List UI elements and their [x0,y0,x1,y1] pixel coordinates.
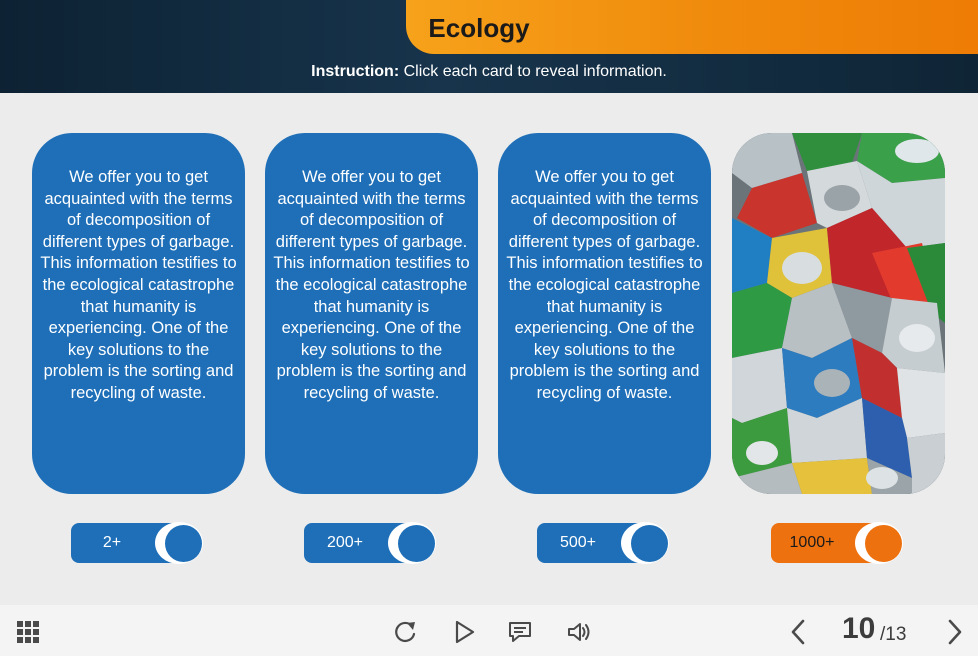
play-icon[interactable] [452,620,476,644]
current-page-number: 10 [842,612,876,645]
previous-slide-icon[interactable] [789,618,807,646]
total-pages: /13 [880,624,907,645]
captions-icon[interactable] [507,620,533,644]
info-card-3[interactable]: We offer you to get acquainted with the … [498,133,711,494]
volume-icon[interactable] [566,620,592,644]
menu-grid-icon[interactable] [16,620,40,644]
toggle-knob[interactable] [631,525,668,562]
toggle-1000plus[interactable]: 1000+ [771,522,905,564]
toggle-500plus[interactable]: 500+ [537,522,671,564]
instruction-label: Instruction: [311,63,400,80]
info-card-2[interactable]: We offer you to get acquainted with the … [265,133,478,494]
card-text: We offer you to get acquainted with the … [506,168,703,402]
toggle-knob[interactable] [398,525,435,562]
next-slide-icon[interactable] [946,618,964,646]
player-footer [0,605,978,656]
toggle-label: 200+ [326,534,364,551]
toggle-knob[interactable] [165,525,202,562]
page-title: Ecology [428,13,530,43]
toggle-knob[interactable] [865,525,902,562]
instruction-text: Click each card to reveal information. [399,63,667,80]
card-text: We offer you to get acquainted with the … [40,168,237,402]
card-text: We offer you to get acquainted with the … [273,168,470,402]
replay-icon[interactable] [392,619,418,645]
info-card-1[interactable]: We offer you to get acquainted with the … [32,133,245,494]
crushed-cans-image-card[interactable] [732,133,945,494]
toggle-2plus[interactable]: 2+ [71,522,205,564]
crushed-cans-image [732,133,945,494]
toggle-label: 500+ [559,534,597,551]
instruction-line: Instruction: Click each card to reveal i… [0,63,978,81]
toggle-label: 2+ [102,534,122,551]
toggle-label: 1000+ [789,534,835,551]
toggle-200plus[interactable]: 200+ [304,522,438,564]
